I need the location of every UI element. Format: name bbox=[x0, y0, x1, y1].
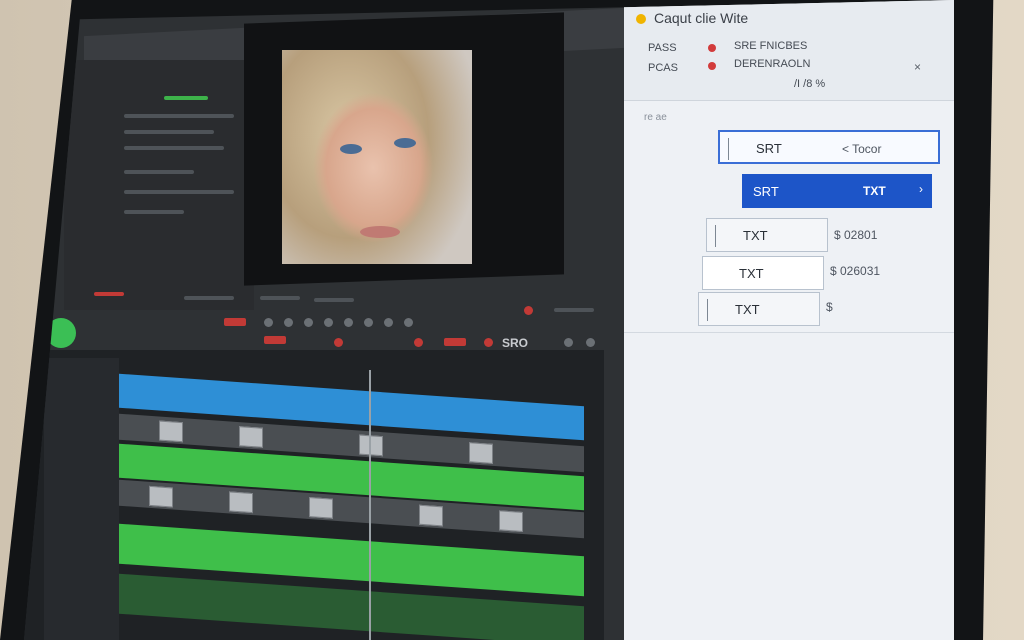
divider bbox=[624, 332, 954, 333]
media-item[interactable] bbox=[124, 210, 184, 214]
status-dot-icon bbox=[708, 62, 716, 70]
settings-icon[interactable] bbox=[586, 338, 595, 347]
clip-thumbnail[interactable] bbox=[149, 485, 173, 508]
timeline-label: SRO bbox=[502, 336, 529, 350]
marker-dot[interactable] bbox=[414, 338, 423, 347]
transport-controls[interactable] bbox=[184, 296, 234, 300]
sub-text: /I /8 % bbox=[794, 78, 826, 90]
field-handle bbox=[707, 299, 708, 321]
field-handle bbox=[728, 138, 729, 160]
track-headers bbox=[44, 358, 119, 640]
field-label: SRT bbox=[756, 141, 782, 156]
tool-button[interactable] bbox=[324, 318, 333, 327]
row-label: PASS bbox=[648, 42, 677, 54]
clip-thumbnail[interactable] bbox=[229, 491, 253, 514]
row-label: PCAS bbox=[648, 62, 678, 74]
field-label: TXT bbox=[739, 266, 764, 281]
marker-dot[interactable] bbox=[334, 338, 343, 347]
eye-left bbox=[340, 144, 362, 154]
transport-controls[interactable] bbox=[314, 298, 354, 302]
format-option-txt[interactable]: TXT bbox=[702, 256, 824, 290]
lips bbox=[360, 226, 400, 238]
preview-frame-image bbox=[282, 50, 472, 264]
tool-button[interactable] bbox=[264, 318, 273, 327]
media-item[interactable] bbox=[124, 146, 224, 150]
field-label: TXT bbox=[743, 228, 768, 243]
field-value: TXT bbox=[863, 184, 886, 198]
clip-thumbnail[interactable] bbox=[359, 434, 383, 457]
lock-icon[interactable] bbox=[564, 338, 573, 347]
transport-controls[interactable] bbox=[260, 296, 300, 300]
clip-thumbnail[interactable] bbox=[309, 497, 333, 519]
record-indicator bbox=[94, 292, 124, 296]
format-option-srt[interactable]: SRT TXT › bbox=[742, 174, 932, 208]
media-item[interactable] bbox=[124, 170, 194, 174]
field-value: < Tocor bbox=[842, 142, 882, 156]
tool-button[interactable] bbox=[364, 318, 373, 327]
clip-thumbnail[interactable] bbox=[469, 442, 493, 464]
row-value: SRE FNICBES bbox=[734, 40, 808, 52]
field-label: SRT bbox=[753, 184, 779, 199]
panel-header: Caqut clie Wite PASS SRE FNICBES PCAS DE… bbox=[624, 0, 954, 101]
status-dot-icon bbox=[708, 44, 716, 52]
subtitle-export-panel: Caqut clie Wite PASS SRE FNICBES PCAS DE… bbox=[624, 0, 954, 640]
size-value: $ bbox=[826, 300, 833, 314]
screen: SRO Caqut clie Wite PASS SRE FNICBES PCA… bbox=[24, 0, 954, 640]
size-value: $ 02801 bbox=[834, 228, 878, 242]
media-browser-panel bbox=[64, 60, 254, 310]
eye-right bbox=[394, 138, 416, 148]
marker-red[interactable] bbox=[224, 318, 246, 326]
chevron-right-icon: › bbox=[919, 182, 923, 196]
field-handle bbox=[715, 225, 716, 247]
format-option-txt[interactable]: TXT bbox=[706, 218, 828, 252]
clip-thumbnail[interactable] bbox=[499, 510, 523, 532]
media-item[interactable] bbox=[124, 114, 234, 118]
size-value: $ 026031 bbox=[830, 264, 881, 278]
media-item[interactable] bbox=[124, 190, 234, 194]
tool-button[interactable] bbox=[384, 318, 393, 327]
field-label: TXT bbox=[735, 302, 760, 317]
tool-button[interactable] bbox=[284, 318, 293, 327]
media-item-active[interactable] bbox=[164, 96, 208, 100]
marker-dot[interactable] bbox=[484, 338, 493, 347]
tool-button[interactable] bbox=[304, 318, 313, 327]
playhead[interactable] bbox=[369, 370, 371, 640]
tool-button[interactable] bbox=[404, 318, 413, 327]
media-item[interactable] bbox=[124, 130, 214, 134]
close-icon[interactable]: × bbox=[914, 60, 921, 74]
app-logo-icon bbox=[636, 14, 646, 24]
tool-button[interactable] bbox=[344, 318, 353, 327]
panel-title: Caqut clie Wite bbox=[654, 10, 749, 26]
marker-red[interactable] bbox=[444, 338, 466, 346]
clip-thumbnail[interactable] bbox=[419, 504, 443, 527]
video-editor: SRO bbox=[24, 0, 624, 640]
row-value: DERENRAOLN bbox=[734, 58, 811, 70]
clip-thumbnail[interactable] bbox=[239, 426, 263, 448]
format-field-srt[interactable]: SRT < Tocor bbox=[718, 130, 940, 164]
format-option-txt[interactable]: TXT bbox=[698, 292, 820, 326]
clip-thumbnail[interactable] bbox=[159, 420, 183, 443]
hint-text: re ae bbox=[644, 112, 667, 123]
marker-red[interactable] bbox=[264, 336, 286, 344]
